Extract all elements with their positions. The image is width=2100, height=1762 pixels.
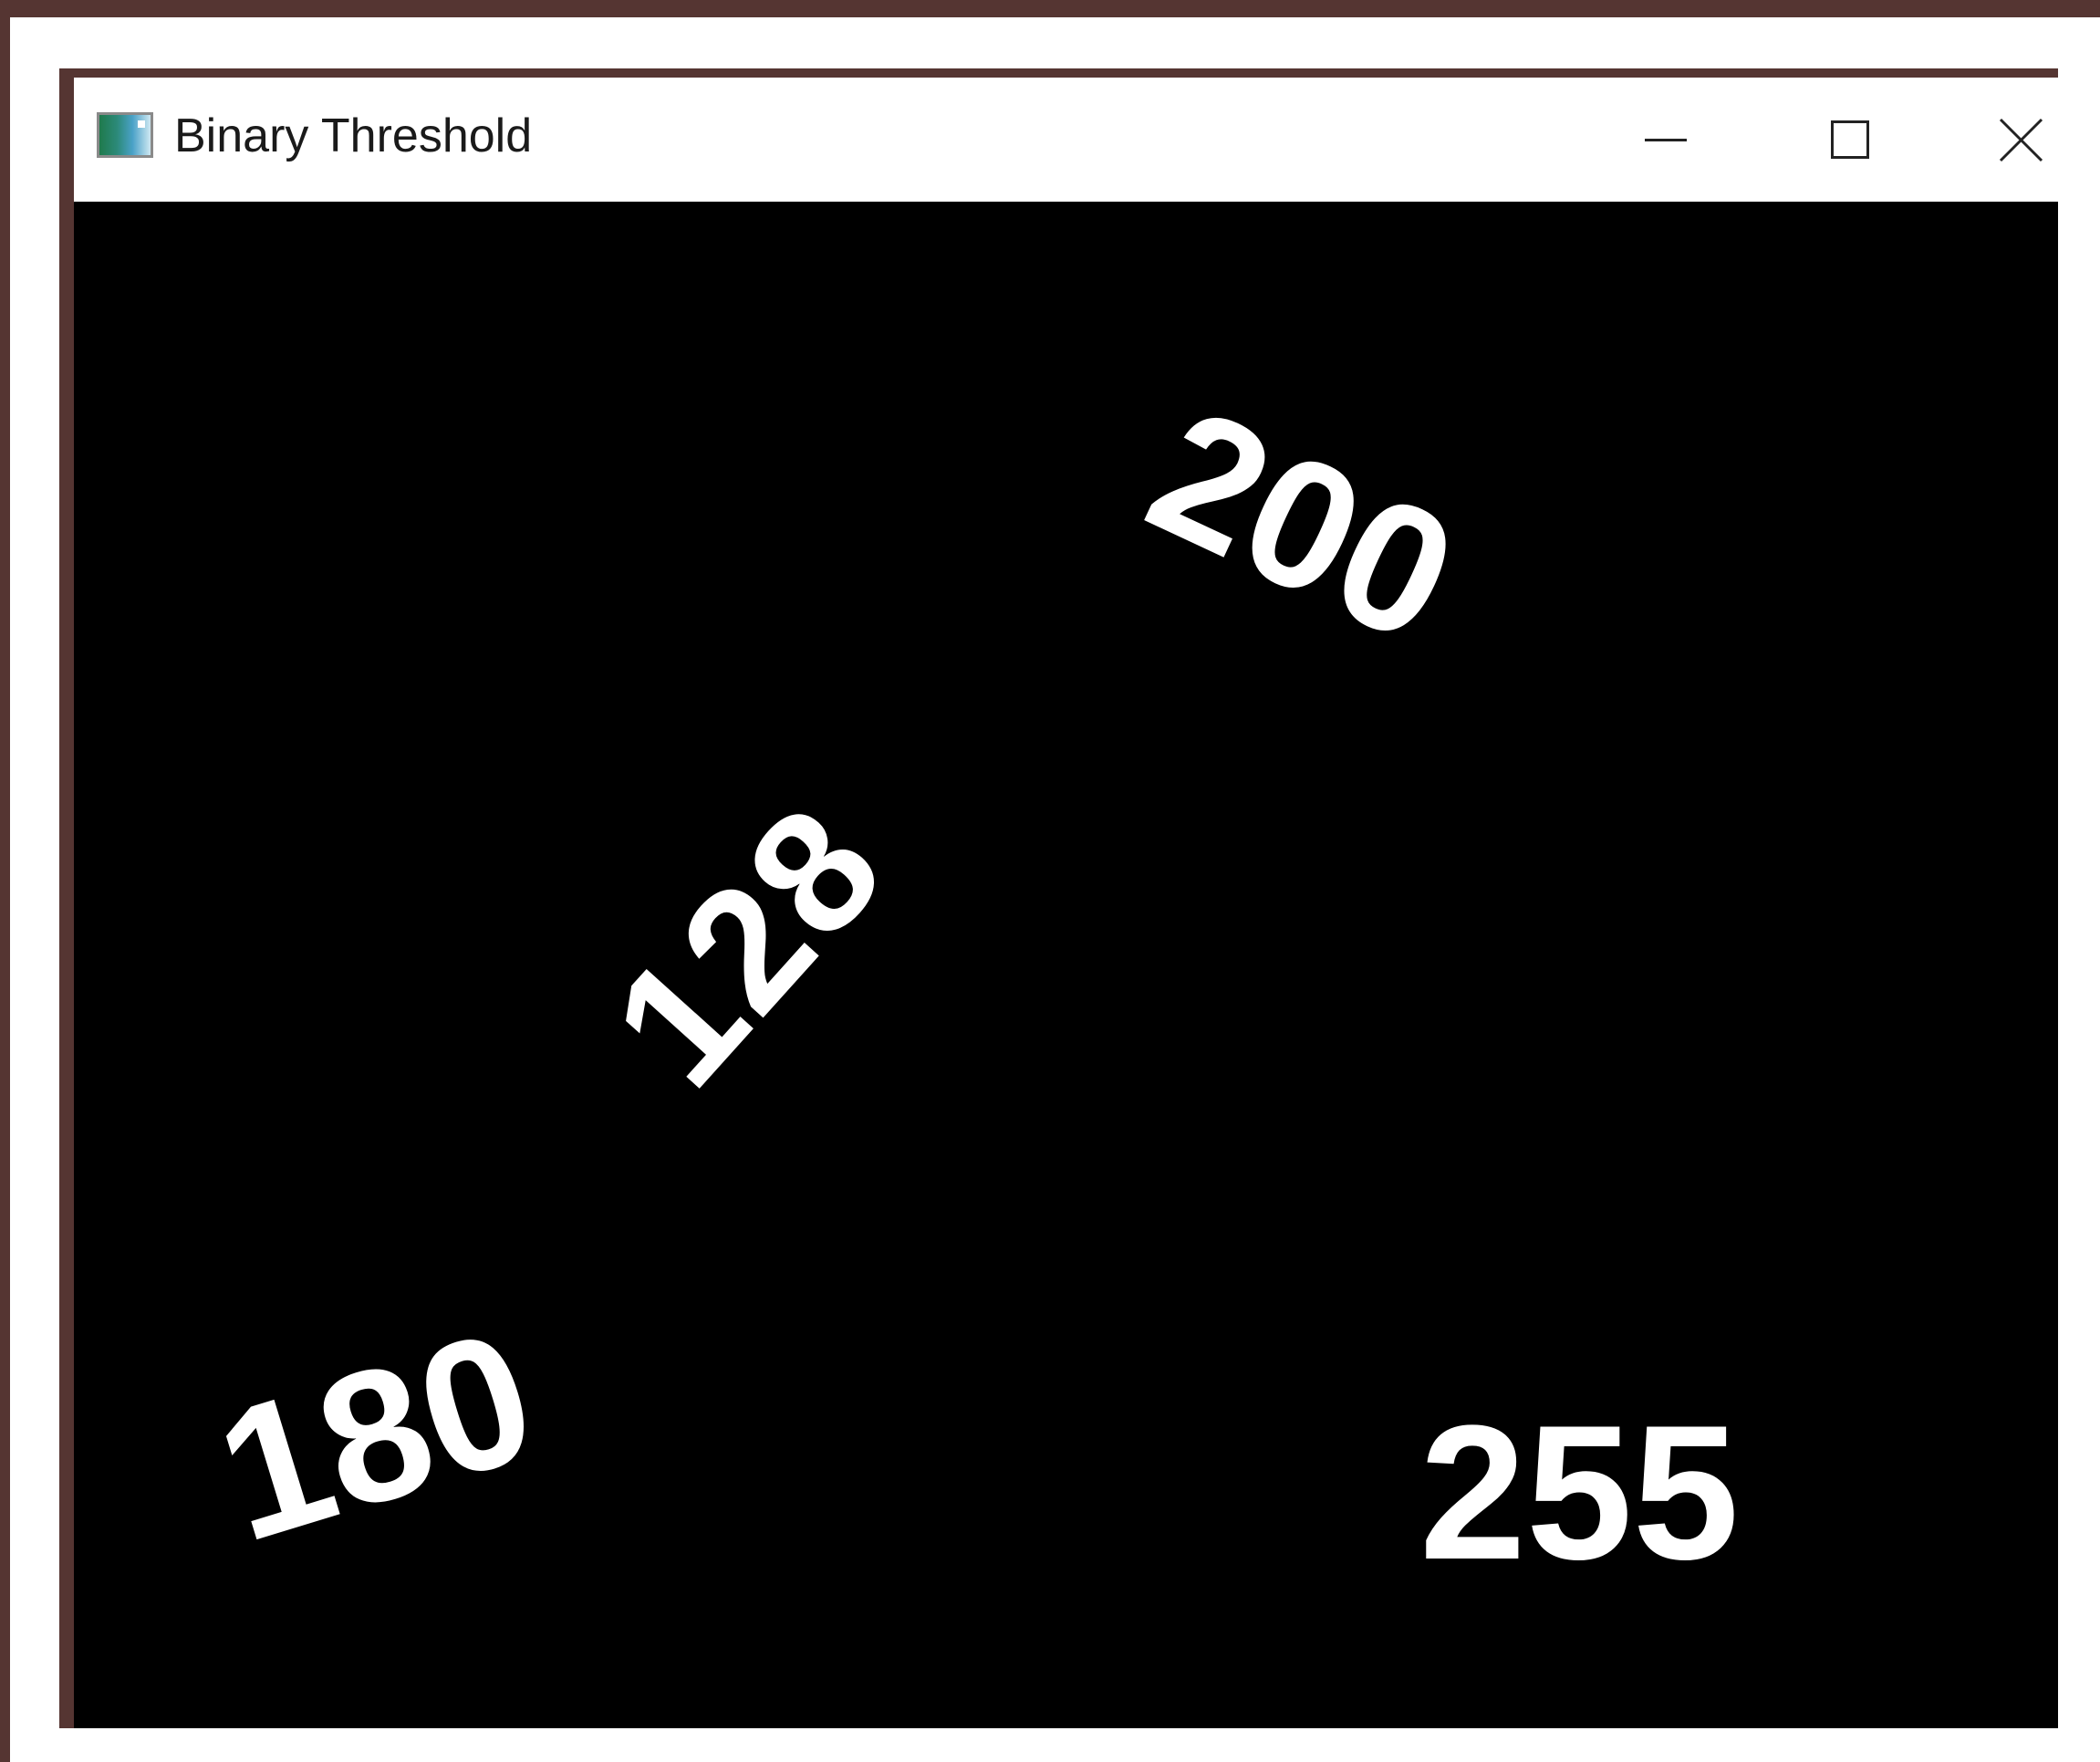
number-180: 180 <box>195 1290 556 1581</box>
maximize-icon <box>1831 120 1869 159</box>
number-255: 255 <box>1419 1385 1740 1600</box>
binary-threshold-window: Binary Threshold 200 128 180 255 <box>59 68 2058 1728</box>
minimize-icon <box>1645 138 1687 141</box>
outer-frame-left <box>0 0 10 1762</box>
window-title: Binary Threshold <box>174 109 533 162</box>
close-button[interactable] <box>1976 78 2058 202</box>
minimize-button[interactable] <box>1597 78 1734 202</box>
number-200: 200 <box>1121 368 1484 683</box>
window-border-top <box>59 68 2058 78</box>
maximize-button[interactable] <box>1782 78 1918 202</box>
title-bar[interactable]: Binary Threshold <box>74 78 2058 202</box>
outer-frame-top <box>0 0 2100 17</box>
app-window-icon[interactable] <box>97 112 153 158</box>
threshold-image-canvas: 200 128 180 255 <box>74 202 2058 1728</box>
window-border-left <box>59 68 74 1728</box>
close-icon <box>1999 118 2043 162</box>
number-128: 128 <box>576 768 921 1122</box>
